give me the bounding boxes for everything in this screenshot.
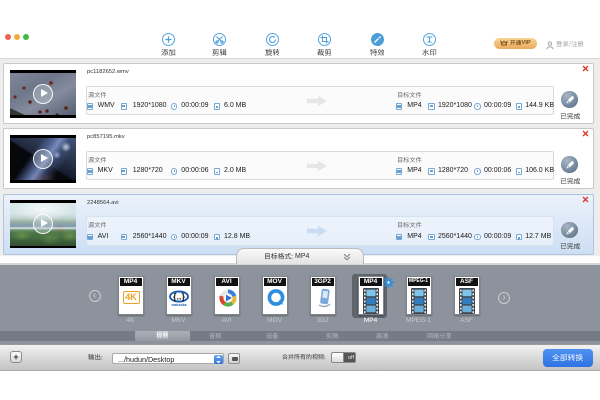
svg-text:matroska: matroska: [171, 303, 186, 307]
svg-text:{..}: {..}: [173, 292, 186, 302]
